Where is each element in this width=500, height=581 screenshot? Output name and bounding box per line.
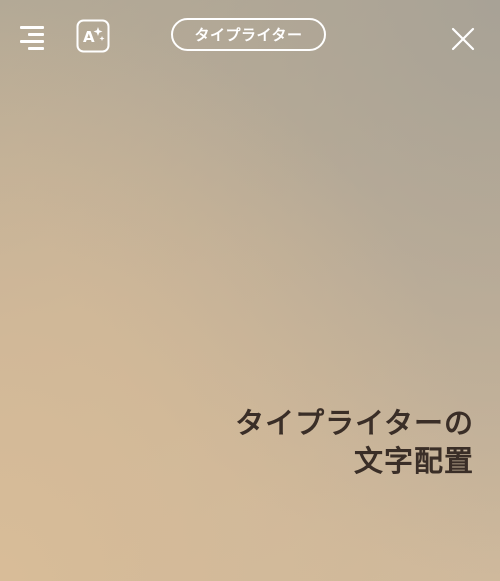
text-sparkle-button[interactable]: A xyxy=(76,19,110,53)
align-line xyxy=(20,26,44,29)
align-line xyxy=(28,47,44,50)
top-toolbar: A タイプライター xyxy=(0,0,500,76)
svg-text:A: A xyxy=(83,28,95,46)
align-line xyxy=(20,40,44,43)
text-sparkle-icon: A xyxy=(76,19,110,53)
font-style-label: タイプライター xyxy=(194,26,303,44)
font-style-selector[interactable]: タイプライター xyxy=(171,18,326,51)
caption-line-2: 文字配置 xyxy=(353,444,474,478)
align-line xyxy=(28,33,44,36)
close-button[interactable] xyxy=(451,27,475,51)
caption-line-1: タイプライターの xyxy=(235,406,474,440)
text-align-menu-icon[interactable] xyxy=(18,26,46,50)
canvas-text-block[interactable]: タイプライターの 文字配置 xyxy=(235,404,474,480)
close-icon xyxy=(451,27,475,51)
